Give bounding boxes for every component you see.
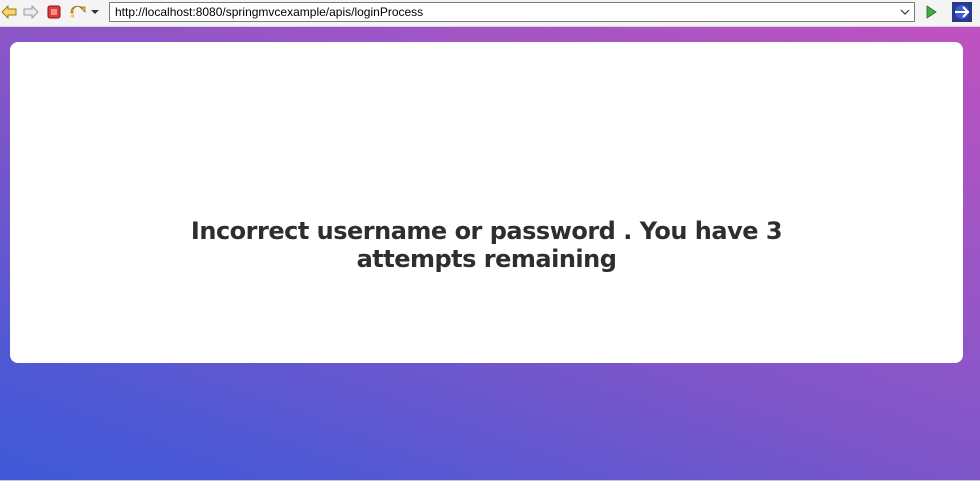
- stop-icon[interactable]: [45, 3, 63, 21]
- dropdown-arrow-icon[interactable]: [88, 3, 102, 21]
- url-text[interactable]: http://localhost:8080/springmvcexample/a…: [115, 5, 423, 19]
- message-card: Incorrect username or password . You hav…: [10, 42, 963, 363]
- go-icon[interactable]: [922, 3, 940, 21]
- back-arrow-icon[interactable]: [0, 3, 18, 21]
- chevron-down-icon[interactable]: [898, 5, 912, 19]
- browser-toolbar: http://localhost:8080/springmvcexample/a…: [0, 0, 980, 27]
- eclipse-icon[interactable]: [952, 2, 972, 22]
- forward-arrow-icon[interactable]: [22, 3, 40, 21]
- address-bar[interactable]: http://localhost:8080/springmvcexample/a…: [109, 2, 915, 22]
- page-viewport: Incorrect username or password . You hav…: [0, 27, 980, 480]
- refresh-icon[interactable]: [68, 3, 86, 21]
- error-message-container: Incorrect username or password . You hav…: [10, 217, 963, 273]
- error-message: Incorrect username or password . You hav…: [190, 217, 783, 273]
- status-bar: [0, 480, 980, 486]
